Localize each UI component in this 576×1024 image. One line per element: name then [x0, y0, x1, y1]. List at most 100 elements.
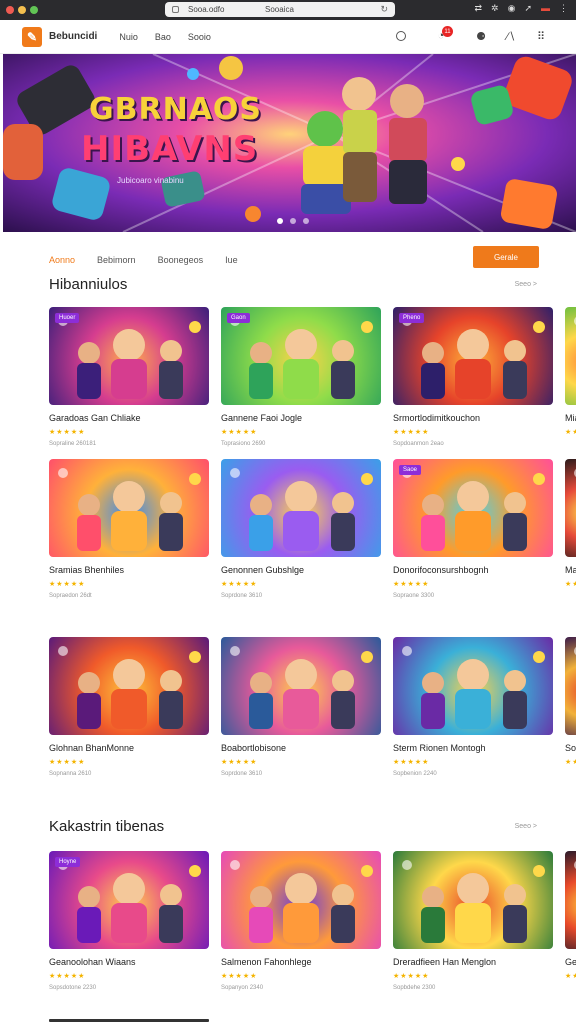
game-card[interactable]: Glohnan BhanMonne ★★★★★ Sopnanna 2610: [49, 637, 209, 777]
game-card[interactable]: Gaon Gannene Faoi Jogle ★★★★★ Toprasiono 26…: [221, 307, 381, 447]
game-thumbnail[interactable]: Saoe: [393, 459, 553, 557]
tab-1[interactable]: Aonno: [49, 255, 75, 265]
game-thumbnail[interactable]: [565, 851, 576, 949]
star-rating: ★★★★★: [221, 973, 258, 980]
menu-icon[interactable]: ⋮: [559, 3, 568, 14]
logo-icon[interactable]: ✎: [22, 26, 42, 47]
game-thumbnail[interactable]: Pheno: [393, 307, 553, 405]
primary-action-button[interactable]: Gerale: [473, 246, 539, 268]
edit-icon[interactable]: ∕∖: [504, 29, 518, 43]
maximize-window-button[interactable]: [30, 6, 38, 14]
cart-icon[interactable]: ⚈: [474, 29, 488, 43]
card-title[interactable]: Sramias Bhenhiles: [49, 565, 209, 575]
card-title[interactable]: Sooinon: [565, 743, 576, 753]
star-rating: ★★★★★: [221, 581, 258, 588]
game-thumbnail[interactable]: [221, 637, 381, 735]
game-thumbnail[interactable]: [221, 851, 381, 949]
card-meta: Soprdone 3610: [221, 771, 263, 777]
game-card[interactable]: Saoe Donorifoconsurshbognh ★★★★★ Sopraone 3…: [393, 459, 553, 599]
close-window-button[interactable]: [6, 6, 14, 14]
carousel-dot[interactable]: [290, 218, 296, 224]
card-title[interactable]: Macloe: [565, 565, 576, 575]
game-card[interactable]: Sooinon ★★★★★: [565, 637, 576, 777]
game-card[interactable]: Macloe ★★★★★: [565, 459, 576, 599]
nav-link-2[interactable]: Bao: [155, 32, 171, 42]
settings-icon[interactable]: ✲: [491, 3, 499, 14]
game-card[interactable]: Pheno Srmortlodimitkouchon ★★★★★ Sopdoanmon…: [393, 307, 553, 447]
card-title[interactable]: Donorifoconsurshbognh: [393, 565, 553, 575]
star-rating: ★★★★★: [49, 581, 86, 588]
card-title[interactable]: Sterm Rionen Montogh: [393, 743, 553, 753]
carousel-dot[interactable]: [303, 218, 309, 224]
card-title[interactable]: Geelan: [565, 957, 576, 967]
game-card[interactable]: Sterm Rionen Montogh ★★★★★ Sopbenion 2240: [393, 637, 553, 777]
brand-name[interactable]: Bebuncidi: [49, 31, 97, 42]
game-card[interactable]: Geelan ★★★★★: [565, 851, 576, 991]
card-meta: Sopanyon 2340: [221, 985, 264, 991]
thumbnail-art: [58, 646, 201, 729]
card-title[interactable]: Glohnan BhanMonne: [49, 743, 209, 753]
thumbnail-art: [402, 646, 545, 729]
nav-link-3[interactable]: Sooio: [188, 32, 211, 42]
game-thumbnail[interactable]: [49, 637, 209, 735]
search-icon[interactable]: [396, 31, 406, 41]
card-tag: Gaon: [227, 313, 250, 323]
game-thumbnail[interactable]: [565, 307, 576, 405]
reload-icon[interactable]: ↻: [380, 4, 388, 15]
card-title[interactable]: Salmenon Fahonhlege: [221, 957, 381, 967]
carousel-dot[interactable]: [277, 218, 283, 224]
card-title[interactable]: Garadoas Gan Chliake: [49, 413, 209, 423]
game-thumbnail[interactable]: [393, 851, 553, 949]
sync-icon[interactable]: ⇄: [475, 3, 483, 14]
card-title[interactable]: Dreradfieen Han Menglon: [393, 957, 553, 967]
card-title[interactable]: Boabortlobisone: [221, 743, 381, 753]
game-card[interactable]: Sramias Bhenhiles ★★★★★ Sopraedon 26dt: [49, 459, 209, 599]
game-thumbnail[interactable]: [565, 459, 576, 557]
card-title[interactable]: Geanoolohan Wiaans: [49, 957, 209, 967]
window-controls[interactable]: [6, 6, 38, 14]
card-row: Huoer Garadoas Gan Chliake ★★★★★ Sopraline …: [49, 307, 576, 447]
game-card[interactable]: Boabortlobisone ★★★★★ Soprdone 3610: [221, 637, 381, 777]
card-title[interactable]: Mianeo: [565, 413, 576, 423]
nav-link-1[interactable]: Nuio: [119, 32, 138, 42]
grid-menu-icon[interactable]: ⠿: [534, 29, 548, 43]
tab-4[interactable]: Iue: [225, 255, 238, 265]
game-thumbnail[interactable]: Hoyne: [49, 851, 209, 949]
thumbnail-art: [230, 646, 373, 729]
profile-icon[interactable]: ◉: [508, 3, 516, 14]
card-tag: Pheno: [399, 313, 425, 323]
tab-3[interactable]: Boonegeos: [158, 255, 204, 265]
game-card[interactable]: Huoer Garadoas Gan Chliake ★★★★★ Sopraline …: [49, 307, 209, 447]
carousel-dots[interactable]: [277, 218, 309, 224]
see-all-link[interactable]: Seeo >: [515, 823, 537, 830]
game-thumbnail[interactable]: [393, 637, 553, 735]
game-card[interactable]: Genonnen Gubshlge ★★★★★ Soprdone 3610: [221, 459, 381, 599]
game-thumbnail[interactable]: Huoer: [49, 307, 209, 405]
card-meta: Sopbdehe 2300: [393, 985, 436, 991]
tab-2[interactable]: Bebimorn: [97, 255, 136, 265]
star-rating: ★★★★★: [393, 581, 430, 588]
game-thumbnail[interactable]: [221, 459, 381, 557]
minimize-window-button[interactable]: [18, 6, 26, 14]
card-title[interactable]: Gannene Faoi Jogle: [221, 413, 381, 423]
card-tag: Saoe: [399, 465, 422, 475]
hero-banner[interactable]: GBRNAOS HIBAVNS Jubicoaro vinabinu: [3, 54, 576, 232]
game-card[interactable]: Hoyne Geanoolohan Wiaans ★★★★★ Sopsdotone 2…: [49, 851, 209, 991]
notification-icon[interactable]: ◔ 11: [434, 26, 453, 43]
game-card[interactable]: Mianeo ★★★★★: [565, 307, 576, 447]
address-bar[interactable]: Sooa.odfo Sooaica ↻: [165, 2, 395, 17]
card-title[interactable]: Srmortlodimitkouchon: [393, 413, 553, 423]
card-title[interactable]: Genonnen Gubshlge: [221, 565, 381, 575]
see-all-link[interactable]: Seeo >: [515, 281, 537, 288]
card-meta: Toprasiono 2690: [221, 441, 266, 447]
star-rating: ★★★★★: [49, 973, 86, 980]
game-thumbnail[interactable]: [49, 459, 209, 557]
flag-icon[interactable]: ▬: [541, 3, 550, 14]
card-meta: Sopraline 260181: [49, 441, 97, 447]
game-card[interactable]: Dreradfieen Han Menglon ★★★★★ Sopbdehe 230…: [393, 851, 553, 991]
game-thumbnail[interactable]: Gaon: [221, 307, 381, 405]
hero-title-line2: HIBAVNS: [81, 129, 259, 169]
game-card[interactable]: Salmenon Fahonhlege ★★★★★ Sopanyon 2340: [221, 851, 381, 991]
send-icon[interactable]: ➚: [524, 3, 532, 14]
game-thumbnail[interactable]: [565, 637, 576, 735]
